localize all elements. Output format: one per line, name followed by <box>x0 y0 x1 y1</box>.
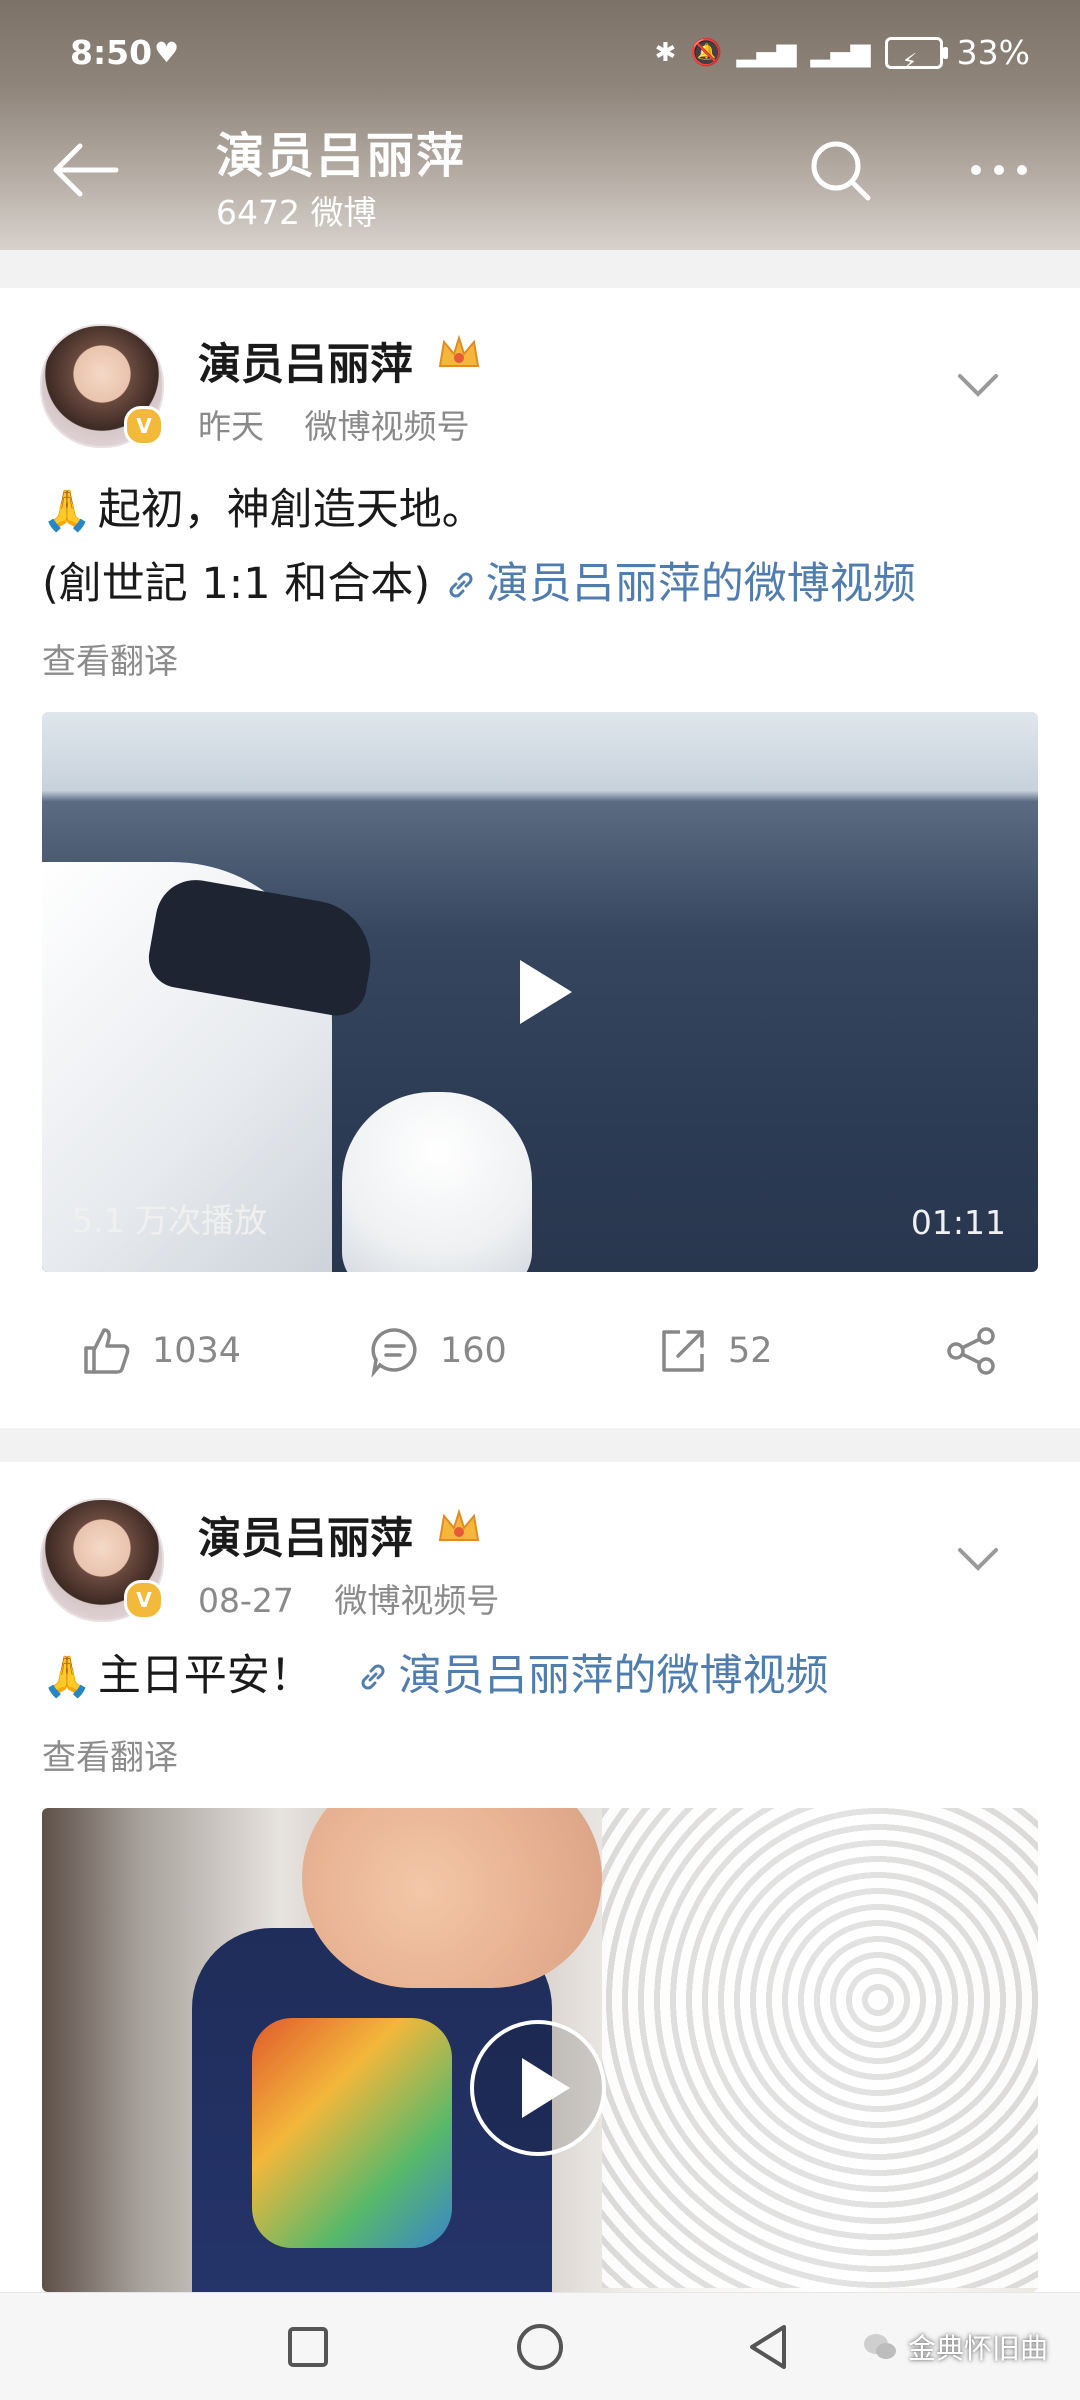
comment-icon <box>371 1328 417 1378</box>
video-player[interactable] <box>42 1808 1038 2292</box>
battery-icon: ⚡ <box>884 37 948 75</box>
back-triangle-icon[interactable] <box>744 2321 794 2373</box>
post-text-line2: (創世記 1:1 和合本) 演员吕丽萍的微博视频 <box>42 552 916 616</box>
praying-hands-icon: 🙏 <box>42 1654 92 1700</box>
post-actions: 1034 160 52 <box>0 1306 1080 1396</box>
search-icon[interactable] <box>808 138 874 204</box>
chevron-down-icon[interactable] <box>956 1544 1000 1574</box>
translate-link[interactable]: 查看翻译 <box>42 1730 178 1779</box>
video-link[interactable]: 演员吕丽萍的微博视频 <box>444 559 916 609</box>
video-thumbnail-lace <box>602 1808 1038 2288</box>
profile-nav: 演员吕丽萍 6472 微博 <box>0 110 1080 232</box>
post-text-line1: 🙏 起初，神創造天地。 <box>42 478 485 543</box>
page-title: 演员吕丽萍 <box>216 128 467 184</box>
video-duration: 01:11 <box>910 1203 1006 1242</box>
screen: 8:50 ♥ ✱ 🔕 ▂▄▆ ▂▄▆ ⚡ 33% 演员吕丽萍 6472 微博 V… <box>0 0 1080 2400</box>
chevron-down-icon[interactable] <box>956 370 1000 400</box>
link-icon <box>362 1664 385 1690</box>
author-name[interactable]: 演员吕丽萍 <box>198 330 413 392</box>
watermark: 金典怀旧曲 <box>862 2323 1048 2371</box>
post-card[interactable]: V 演员吕丽萍 昨天 微博视频号 🙏 起初，神創造天地。 (創世記 1:1 和合本… <box>0 288 1080 1428</box>
crown-icon <box>438 334 480 367</box>
like-icon <box>84 1328 130 1374</box>
repost-count: 52 <box>728 1331 773 1371</box>
crown-icon <box>438 1508 480 1541</box>
header-divider <box>0 250 1080 288</box>
verified-badge: V <box>124 1580 164 1620</box>
post-source: 微博视频号 <box>334 1581 500 1620</box>
post-text: 主日平安！ <box>97 1651 313 1701</box>
post-card[interactable]: V 演员吕丽萍 08-27 微博视频号 🙏 主日平安！ 演员吕丽萍的微博视频 查看… <box>0 1462 1080 2292</box>
post-meta: 08-27 微博视频号 <box>198 1574 529 1622</box>
video-link-label: 演员吕丽萍的微博视频 <box>485 559 916 609</box>
top-header: 8:50 ♥ ✱ 🔕 ▂▄▆ ▂▄▆ ⚡ 33% 演员吕丽萍 6472 微博 <box>0 0 1080 250</box>
like-button[interactable]: 1034 <box>80 1306 241 1396</box>
wechat-icon <box>864 2334 896 2359</box>
share-icon <box>947 1327 995 1375</box>
recent-apps-icon[interactable] <box>286 2325 330 2369</box>
watermark-text: 金典怀旧曲 <box>908 2332 1049 2365</box>
video-link[interactable]: 演员吕丽萍的微博视频 <box>356 1651 828 1701</box>
bluetooth-icon: ✱ <box>654 38 677 68</box>
home-icon[interactable] <box>514 2321 566 2373</box>
video-view-count: 5.1 万次播放 <box>72 1201 267 1240</box>
more-icon[interactable] <box>964 150 1034 190</box>
author-name[interactable]: 演员吕丽萍 <box>198 1504 413 1566</box>
post-text-ref: (創世記 1:1 和合本) <box>42 559 431 609</box>
system-nav-bar: 金典怀旧曲 <box>0 2292 1080 2400</box>
video-thumbnail-print <box>252 2018 452 2248</box>
play-icon[interactable] <box>468 2018 608 2158</box>
video-thumbnail-beluga <box>342 1092 532 1272</box>
heart-icon: ♥ <box>154 36 180 69</box>
translate-link[interactable]: 查看翻译 <box>42 634 178 683</box>
back-arrow-icon[interactable] <box>50 140 120 200</box>
comment-count: 160 <box>440 1331 507 1371</box>
verified-badge: V <box>124 406 164 446</box>
share-button[interactable] <box>944 1306 998 1396</box>
video-player[interactable]: 5.1 万次播放 01:11 <box>42 712 1038 1272</box>
video-link-label: 演员吕丽萍的微博视频 <box>398 1651 829 1701</box>
signal-5g-icon: ▂▄▆ <box>810 38 871 68</box>
post-source: 微博视频号 <box>304 407 470 446</box>
battery-percent: 33% <box>956 33 1030 72</box>
status-time: 8:50 <box>70 33 153 72</box>
post-meta: 昨天 微博视频号 <box>198 400 500 448</box>
comment-button[interactable]: 160 <box>368 1306 507 1396</box>
mute-icon: 🔕 <box>690 38 723 68</box>
post-time: 昨天 <box>198 407 264 446</box>
link-icon <box>449 572 473 598</box>
post-time: 08-27 <box>198 1581 294 1620</box>
repost-icon <box>662 1330 704 1372</box>
post-count: 6472 微博 <box>216 193 377 232</box>
status-right-icons: ✱ 🔕 ▂▄▆ ▂▄▆ ⚡ 33% <box>654 28 1030 78</box>
like-count: 1034 <box>152 1331 242 1371</box>
repost-button[interactable]: 52 <box>656 1306 773 1396</box>
praying-hands-icon: 🙏 <box>42 488 92 534</box>
status-bar: 8:50 ♥ ✱ 🔕 ▂▄▆ ▂▄▆ ⚡ 33% <box>70 28 1030 78</box>
post-text: 起初，神創造天地。 <box>97 485 485 535</box>
video-thumbnail-face <box>302 1808 602 1988</box>
battery-charging-icon: ⚡ <box>901 50 918 75</box>
play-icon[interactable] <box>480 932 600 1052</box>
post-text-line1: 🙏 主日平安！ 演员吕丽萍的微博视频 <box>42 1644 828 1709</box>
signal-4g-icon: ▂▄▆ <box>736 38 797 68</box>
